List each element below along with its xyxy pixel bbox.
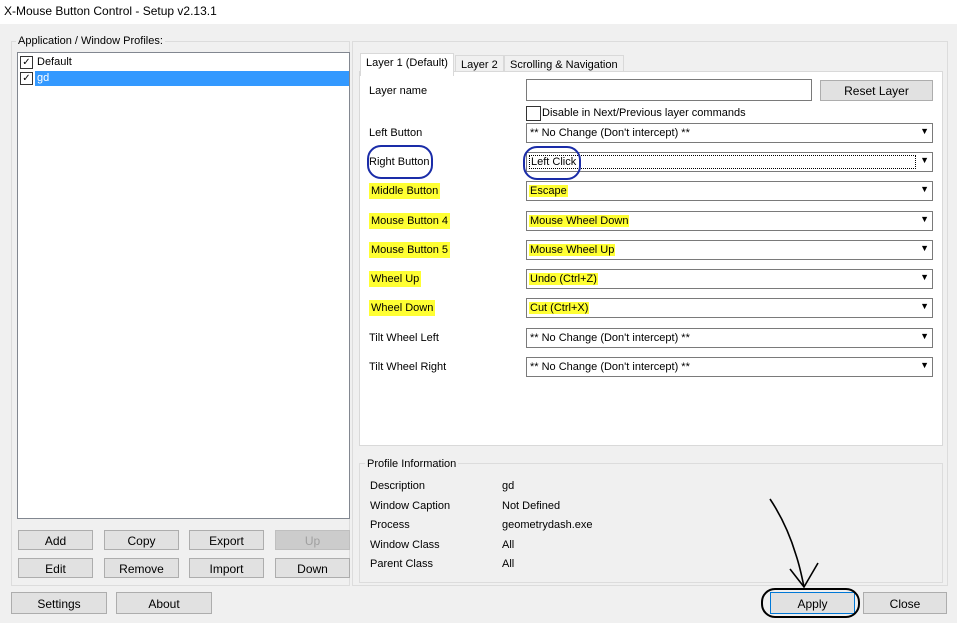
select-value: ** No Change (Don't intercept) ** [530,127,690,139]
tab-layer-1[interactable]: Layer 1 (Default) [360,53,454,76]
wheel-down-label: Wheel Down [369,300,436,316]
profile-item-label: Default [37,56,72,68]
profile-item-label: gd [35,71,349,86]
info-caption-value: Not Defined [502,500,561,512]
info-description-label: Description [370,480,426,492]
check-icon[interactable]: ✓ [20,56,33,69]
profile-info-group [359,463,943,583]
title-bar: X-Mouse Button Control - Setup v2.13.1 [0,0,957,24]
select-value: ** No Change (Don't intercept) ** [530,332,690,344]
wheel-down-select[interactable]: Cut (Ctrl+X) ▼ [526,298,933,318]
select-value: Escape [529,185,568,197]
chevron-down-icon[interactable]: ▼ [920,301,929,311]
chevron-down-icon[interactable]: ▼ [920,243,929,253]
info-process-value: geometrydash.exe [502,519,593,531]
left-button-label: Left Button [369,127,423,139]
wheel-up-label: Wheel Up [369,271,422,287]
annotation-arrow-icon [769,498,819,589]
info-window-class-value: All [502,539,515,551]
import-button[interactable]: Import [189,558,264,578]
close-button[interactable]: Close [863,592,947,614]
highlight: Wheel Down [369,300,436,316]
profile-info-label: Profile Information [365,458,459,470]
chevron-down-icon[interactable]: ▼ [920,184,929,194]
middle-button-label: Middle Button [369,183,441,199]
layer-name-label: Layer name [369,85,428,97]
select-value: Mouse Wheel Up [529,244,616,256]
wheel-up-select[interactable]: Undo (Ctrl+Z) ▼ [526,269,933,289]
profile-item-default[interactable]: ✓ Default [20,55,347,70]
info-parent-class-value: All [502,558,515,570]
mouse-button-5-select[interactable]: Mouse Wheel Up ▼ [526,240,933,260]
info-window-class-label: Window Class [370,539,440,551]
middle-button-select[interactable]: Escape ▼ [526,181,933,201]
chevron-down-icon[interactable]: ▼ [920,214,929,224]
reset-layer-button[interactable]: Reset Layer [820,80,933,101]
chevron-down-icon[interactable]: ▼ [920,360,929,370]
layer-name-input[interactable] [526,79,812,101]
tilt-wheel-left-label: Tilt Wheel Left [369,332,439,344]
up-button[interactable]: Up [275,530,350,550]
highlight: Mouse Button 5 [369,242,451,258]
mouse-button-4-label: Mouse Button 4 [369,213,451,229]
tilt-wheel-left-select[interactable]: ** No Change (Don't intercept) ** ▼ [526,328,933,348]
info-caption-label: Window Caption [370,500,451,512]
disable-layer-checkbox[interactable] [526,106,541,121]
check-icon[interactable]: ✓ [20,72,33,85]
chevron-down-icon[interactable]: ▼ [920,331,929,341]
tilt-wheel-right-label: Tilt Wheel Right [369,361,447,373]
right-button-select[interactable]: Left Click ▼ [526,152,933,172]
annotation-circle [367,145,433,179]
profiles-group-label: Application / Window Profiles: [16,35,165,47]
select-value: Cut (Ctrl+X) [529,302,590,314]
select-value: Undo (Ctrl+Z) [529,273,598,285]
highlight: Wheel Up [369,271,422,287]
info-process-label: Process [370,519,410,531]
select-value: ** No Change (Don't intercept) ** [530,361,690,373]
remove-button[interactable]: Remove [104,558,179,578]
select-value: Mouse Wheel Down [529,215,630,227]
info-parent-class-label: Parent Class [370,558,433,570]
down-button[interactable]: Down [275,558,350,578]
profile-item-gd[interactable]: ✓ gd [20,71,349,86]
annotation-circle [523,146,581,180]
chevron-down-icon[interactable]: ▼ [920,155,929,165]
highlight: Middle Button [369,183,441,199]
profile-list[interactable]: ✓ Default ✓ gd [17,52,350,519]
settings-button[interactable]: Settings [11,592,107,614]
select-value: Left Click [529,155,916,169]
tilt-wheel-right-select[interactable]: ** No Change (Don't intercept) ** ▼ [526,357,933,377]
about-button[interactable]: About [116,592,212,614]
info-description-value: gd [502,480,515,492]
export-button[interactable]: Export [189,530,264,550]
add-button[interactable]: Add [18,530,93,550]
copy-button[interactable]: Copy [104,530,179,550]
window-title: X-Mouse Button Control - Setup v2.13.1 [4,4,217,18]
disable-layer-checkbox-label: Disable in Next/Previous layer commands [542,107,746,119]
chevron-down-icon[interactable]: ▼ [920,126,929,136]
chevron-down-icon[interactable]: ▼ [920,272,929,282]
mouse-button-4-select[interactable]: Mouse Wheel Down ▼ [526,211,933,231]
mouse-button-5-label: Mouse Button 5 [369,242,451,258]
left-button-select[interactable]: ** No Change (Don't intercept) ** ▼ [526,123,933,143]
edit-button[interactable]: Edit [18,558,93,578]
highlight: Mouse Button 4 [369,213,451,229]
